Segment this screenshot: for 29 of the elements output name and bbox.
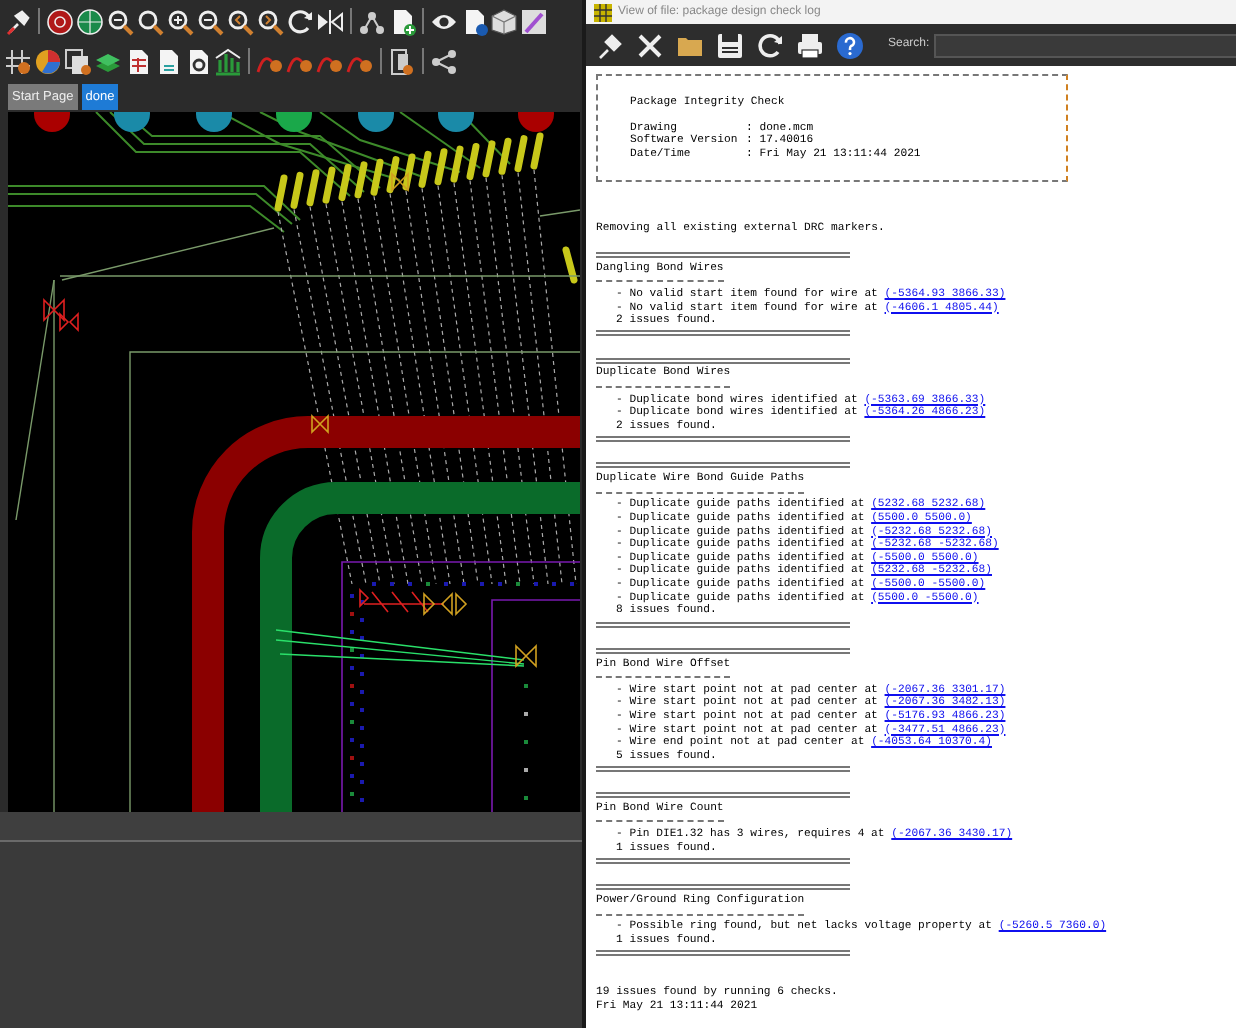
share-icon[interactable] xyxy=(430,47,458,75)
zoom-next-icon[interactable] xyxy=(256,7,284,35)
tree-icon[interactable] xyxy=(358,7,386,35)
document-lines-icon[interactable] xyxy=(154,47,182,75)
zoom-fit-icon[interactable] xyxy=(106,7,134,35)
refresh-icon[interactable] xyxy=(286,7,314,35)
zoom-out-icon[interactable] xyxy=(196,7,224,35)
grid-icon[interactable] xyxy=(4,47,32,75)
help-icon[interactable] xyxy=(832,31,868,59)
add-document-icon[interactable] xyxy=(388,7,416,35)
globe-icon[interactable] xyxy=(76,7,104,35)
spreadsheet-icon[interactable] xyxy=(124,47,152,75)
search-field[interactable] xyxy=(933,33,1236,57)
pin-icon[interactable] xyxy=(4,7,32,35)
print-icon[interactable] xyxy=(792,31,828,59)
cube-icon[interactable] xyxy=(490,7,518,35)
zoom-previous-icon[interactable] xyxy=(226,7,254,35)
brush-icon[interactable] xyxy=(520,7,548,35)
copy-document-icon[interactable] xyxy=(64,47,92,75)
zoom-area-icon[interactable] xyxy=(136,7,164,35)
document-info-icon[interactable] xyxy=(460,7,488,35)
save-icon[interactable] xyxy=(712,31,748,59)
zoom-in-icon[interactable] xyxy=(166,7,194,35)
bar-chart-icon[interactable] xyxy=(214,47,242,75)
mirror-icon[interactable] xyxy=(316,7,344,35)
target-icon[interactable] xyxy=(46,7,74,35)
refresh-icon[interactable] xyxy=(752,31,788,59)
pie-chart-icon[interactable] xyxy=(34,47,62,75)
document-stack-icon[interactable] xyxy=(388,47,416,75)
